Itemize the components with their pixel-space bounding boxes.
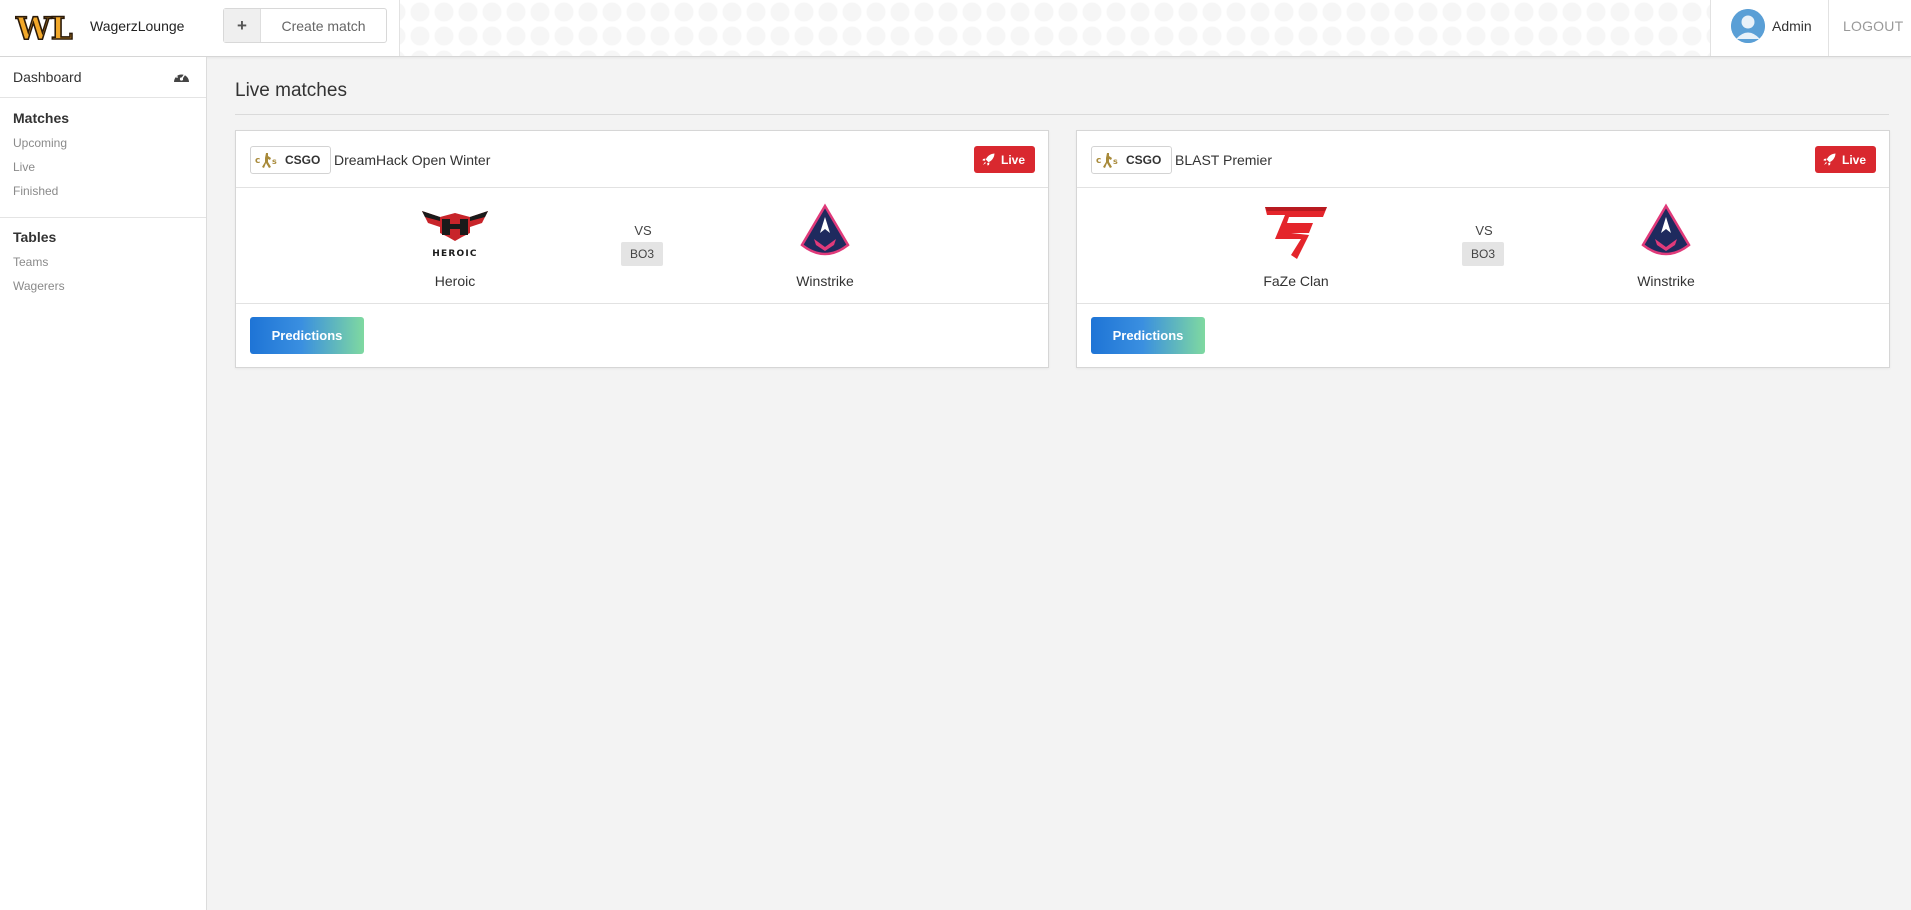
dashboard-gauge-icon <box>174 71 189 82</box>
sidebar-item-label: Dashboard <box>13 69 82 85</box>
sidebar-item-teams[interactable]: Teams <box>13 255 48 269</box>
predictions-button[interactable]: Predictions <box>1091 317 1205 354</box>
team-away[interactable]: Winstrike <box>760 203 890 303</box>
live-badge[interactable]: Live <box>1814 146 1876 173</box>
sidebar-item-finished[interactable]: Finished <box>13 184 58 198</box>
sidebar-item-upcoming[interactable]: Upcoming <box>13 136 67 150</box>
rocket-icon <box>1823 153 1836 166</box>
sidebar-item-live[interactable]: Live <box>13 160 35 174</box>
live-label: Live <box>1000 152 1025 167</box>
user-name: Admin <box>1772 18 1812 34</box>
team-away[interactable]: Winstrike <box>1601 203 1731 303</box>
sidebar-section-tables: Tables <box>13 229 57 245</box>
winstrike-logo-icon <box>800 203 850 256</box>
top-bar: WL WagerzLounge + Create match Admin LOG… <box>0 0 1911 57</box>
rocket-icon <box>982 153 995 166</box>
wl-logo: WL <box>15 10 74 48</box>
predictions-button[interactable]: Predictions <box>250 317 364 354</box>
sidebar-item-wagerers[interactable]: Wagerers <box>13 279 65 293</box>
brand[interactable]: WL WagerzLounge <box>0 0 206 56</box>
sidebar-section-matches: Matches <box>13 110 70 126</box>
create-match-label: Create match <box>281 17 366 34</box>
match-card-header: c s CSGO DreamHack Open Winter Live <box>236 131 1048 188</box>
game-tag[interactable]: c s CSGO <box>1091 146 1173 174</box>
vs-label: VS <box>1475 223 1493 238</box>
live-badge[interactable]: Live <box>973 146 1035 173</box>
create-match-button[interactable]: + Create match <box>223 8 387 43</box>
game-name: CSGO <box>1126 153 1162 167</box>
sidebar-item-dashboard[interactable]: Dashboard <box>0 57 206 98</box>
team-name: Heroic <box>434 273 476 289</box>
match-card: c s CSGO DreamHack Open Winter Live HERO… <box>235 130 1049 368</box>
svg-text:c: c <box>1096 156 1101 166</box>
avatar <box>1731 9 1765 43</box>
brand-name: WagerzLounge <box>90 18 185 34</box>
card-footer-divider <box>1077 303 1889 304</box>
match-card: c s CSGO BLAST Premier Live FaZe Clan VS… <box>1076 130 1890 368</box>
event-name: BLAST Premier <box>1175 152 1272 168</box>
title-divider <box>235 114 1889 115</box>
user-avatar-icon <box>1731 9 1765 43</box>
vs-label: VS <box>634 223 652 238</box>
sidebar-divider <box>0 217 206 218</box>
team-name: Winstrike <box>1637 273 1695 289</box>
game-name: CSGO <box>285 153 321 167</box>
versus-block: VS BO3 <box>621 223 665 266</box>
match-format-badge: BO3 <box>621 242 663 266</box>
faze-clan-logo-icon <box>1265 207 1327 259</box>
svg-text:s: s <box>1113 157 1118 166</box>
svg-text:s: s <box>272 157 277 166</box>
winstrike-logo-icon <box>1641 203 1691 256</box>
versus-block: VS BO3 <box>1462 223 1506 266</box>
page-title: Live matches <box>235 80 347 101</box>
logout-area: LOGOUT <box>1828 0 1911 56</box>
match-format-badge: BO3 <box>1462 242 1504 266</box>
plus-icon: + <box>224 9 261 42</box>
team-home[interactable]: FaZe Clan <box>1231 203 1361 303</box>
live-label: Live <box>1841 152 1866 167</box>
sidebar: Dashboard Matches Upcoming Live Finished… <box>0 57 207 910</box>
event-name: DreamHack Open Winter <box>334 152 491 168</box>
svg-text:WL: WL <box>15 11 73 47</box>
card-footer-divider <box>236 303 1048 304</box>
match-card-header: c s CSGO BLAST Premier Live <box>1077 131 1889 188</box>
team-name: Winstrike <box>796 273 854 289</box>
svg-text:HEROIC: HEROIC <box>432 249 477 259</box>
user-menu[interactable]: Admin <box>1710 0 1829 56</box>
csgo-soldier-icon: c s <box>1096 153 1118 168</box>
team-name: FaZe Clan <box>1263 273 1329 289</box>
create-match-area: + Create match <box>206 0 400 56</box>
team-home[interactable]: HEROIC Heroic <box>390 203 520 303</box>
heroic-logo-icon: HEROIC <box>422 211 488 259</box>
csgo-soldier-icon: c s <box>255 153 277 168</box>
game-tag[interactable]: c s CSGO <box>250 146 332 174</box>
logout-link[interactable]: LOGOUT <box>1843 18 1903 34</box>
svg-text:c: c <box>255 156 260 166</box>
